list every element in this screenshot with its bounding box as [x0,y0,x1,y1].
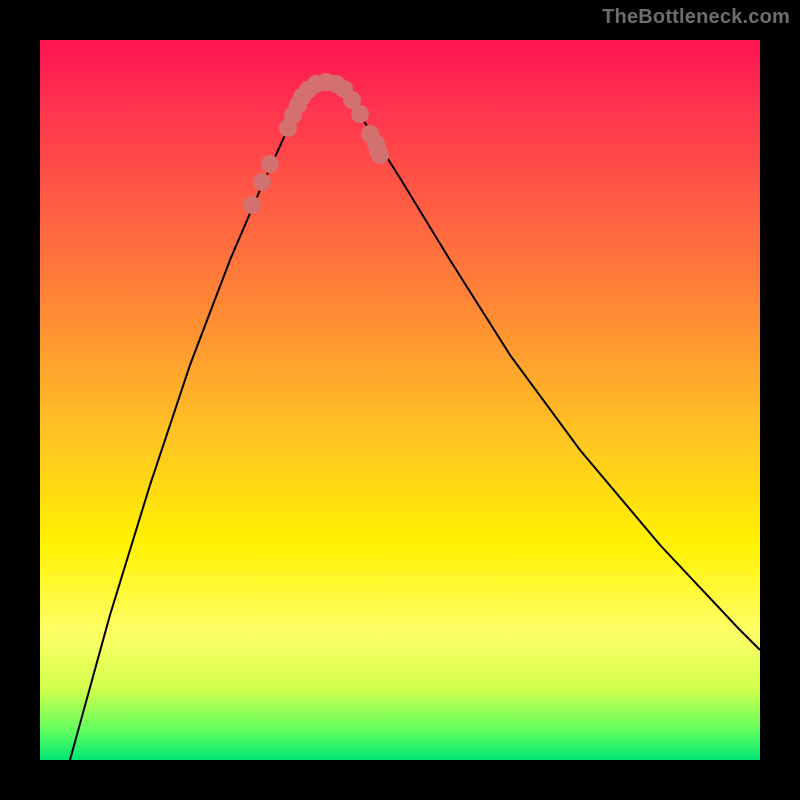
plot-area [40,40,760,760]
watermark-label: TheBottleneck.com [602,6,790,29]
marker-dot [243,196,261,214]
marker-dot [371,146,389,164]
marker-dot [261,155,279,173]
marker-dot [253,173,271,191]
marker-dot [351,105,369,123]
bottleneck-curve [70,82,760,760]
chart-svg [40,40,760,760]
chart-frame: TheBottleneck.com [0,0,800,800]
marker-group [243,73,389,214]
